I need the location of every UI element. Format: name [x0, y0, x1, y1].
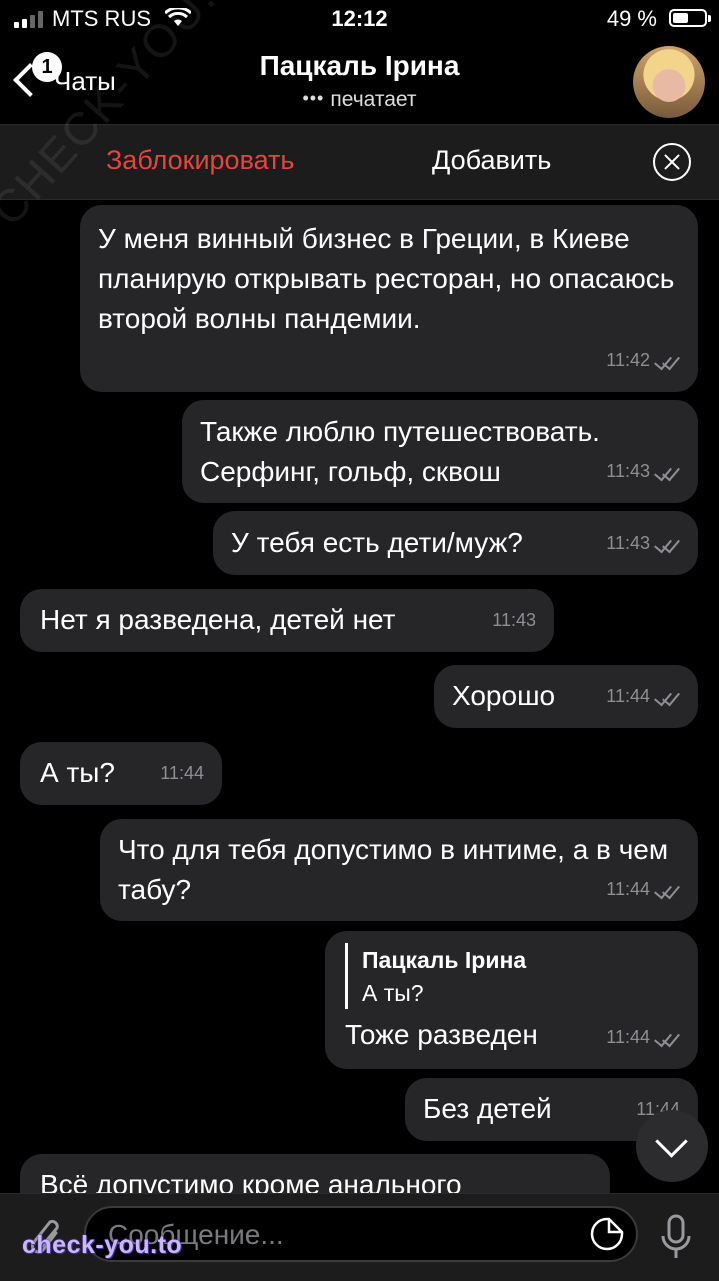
microphone-icon[interactable]: [656, 1212, 696, 1262]
message-incoming[interactable]: А ты? 11:44: [20, 742, 222, 805]
message-outgoing[interactable]: Что для тебя допустимо в интиме, а в чем…: [100, 819, 698, 921]
message-time: 11:43: [606, 461, 650, 481]
message-meta: 11:44: [606, 869, 680, 909]
battery-percent: 49 %: [606, 6, 657, 31]
avatar[interactable]: [633, 46, 705, 118]
reply-text: А ты?: [362, 980, 424, 1006]
message-outgoing[interactable]: Пацкаль Ірина А ты? Тоже разведен 11:44: [325, 931, 698, 1069]
message-time: 11:44: [606, 1027, 650, 1047]
chat-header: 1 Чаты Пацкаль Ірина ••• печатает: [0, 40, 719, 125]
message-meta: 11:44: [606, 1017, 680, 1057]
message-text: У меня винный бизнес в Греции, в Киеве п…: [98, 223, 675, 334]
message-time: 11:42: [606, 350, 650, 370]
status-bar: MTS RUS 12:12 49 %: [0, 0, 719, 40]
close-icon[interactable]: [653, 143, 691, 181]
message-outgoing[interactable]: Хорошо 11:44: [434, 665, 698, 728]
message-text: Всё допустимо кроме анального: [40, 1169, 462, 1193]
sticker-icon[interactable]: [588, 1216, 626, 1252]
message-incoming[interactable]: Нет я разведена, детей нет 11:43: [20, 589, 554, 652]
message-time: 11:43: [606, 533, 650, 553]
message-meta: 11:44: [606, 676, 680, 716]
reply-quote[interactable]: Пацкаль Ірина А ты?: [345, 943, 680, 1009]
message-meta: 11:43: [606, 523, 680, 563]
typing-label: печатает: [330, 88, 417, 111]
read-checks-icon: [654, 462, 680, 482]
read-checks-icon: [654, 351, 680, 371]
read-checks-icon: [654, 1028, 680, 1048]
block-button[interactable]: Заблокировать: [106, 145, 294, 176]
message-meta: 11:44: [160, 753, 204, 793]
message-time: 11:44: [160, 763, 204, 783]
chat-title[interactable]: Пацкаль Ірина: [0, 50, 719, 82]
message-time: 11:44: [606, 686, 650, 706]
reply-author: Пацкаль Ірина: [362, 947, 527, 973]
message-meta: 11:43: [606, 451, 680, 491]
read-checks-icon: [654, 687, 680, 707]
message-text: Также люблю путешествовать. Серфинг, гол…: [200, 416, 600, 487]
battery-icon: [669, 9, 711, 27]
scroll-down-button[interactable]: [636, 1110, 708, 1182]
message-time: 11:44: [606, 879, 650, 899]
message-time: 11:43: [492, 610, 536, 630]
chevron-down-icon: [655, 1125, 688, 1158]
message-incoming[interactable]: Всё допустимо кроме анального: [20, 1154, 610, 1193]
read-checks-icon: [654, 880, 680, 900]
add-contact-button[interactable]: Добавить: [432, 145, 551, 176]
message-text: Нет я разведена, детей нет: [40, 604, 396, 635]
typing-status: ••• печатает: [0, 88, 719, 112]
typing-dots-icon: •••: [302, 88, 325, 108]
message-outgoing[interactable]: Также люблю путешествовать. Серфинг, гол…: [182, 400, 698, 503]
message-outgoing[interactable]: У тебя есть дети/муж? 11:43: [213, 511, 698, 575]
message-meta: 11:43: [492, 600, 536, 640]
brand-watermark: check-you.to: [22, 1231, 183, 1259]
read-checks-icon: [654, 534, 680, 554]
action-bar: Заблокировать Добавить: [0, 125, 719, 200]
message-outgoing[interactable]: У меня винный бизнес в Греции, в Киеве п…: [80, 205, 698, 392]
message-text: Что для тебя допустимо в интиме, а в чем…: [118, 834, 669, 905]
message-meta: 11:42: [606, 340, 680, 380]
